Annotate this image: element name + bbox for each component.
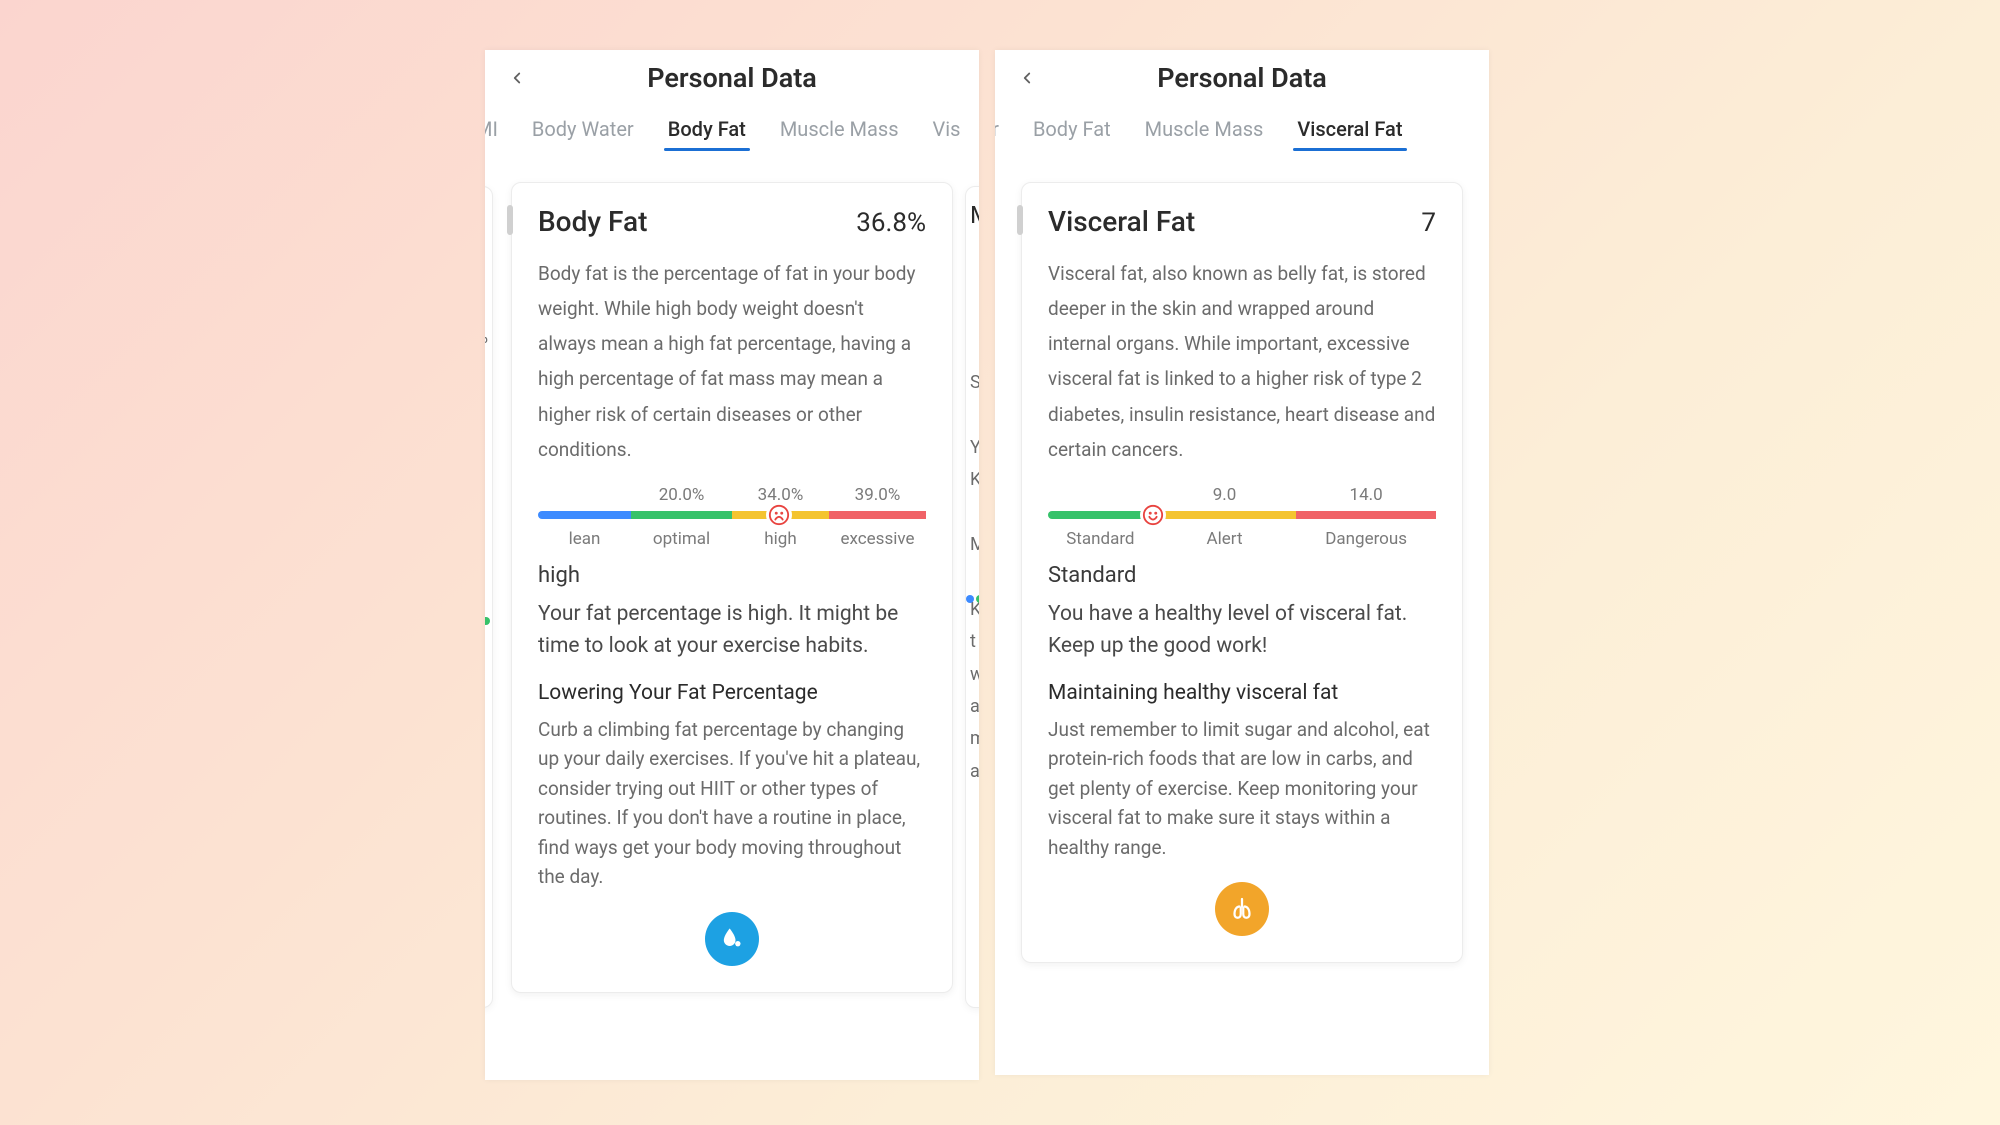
back-button[interactable]	[1015, 66, 1039, 90]
water-drop-icon	[718, 925, 746, 953]
metric-value: 36.8%	[856, 208, 926, 238]
tab-body-fat[interactable]: Body Fat	[1029, 109, 1115, 151]
tab-visceral-fat[interactable]: Vis	[929, 109, 965, 151]
segment-lean	[538, 511, 631, 519]
prev-card-value-fragment: %	[485, 327, 488, 348]
tab-body-water[interactable]: Body Water	[528, 109, 638, 151]
prev-card-peek[interactable]: %	[485, 186, 493, 1008]
scale-labels: lean optimal high excessive	[538, 529, 926, 549]
metric-title: Body Fat	[538, 205, 647, 238]
segment-standard	[1048, 511, 1153, 519]
page-title: Personal Data	[647, 62, 817, 94]
next-card-title-fragment: M	[970, 201, 979, 229]
scale-bar	[1048, 511, 1436, 519]
back-button[interactable]	[505, 66, 529, 90]
status-text: You have a healthy level of visceral fat…	[1048, 598, 1436, 663]
segment-excessive	[829, 511, 926, 519]
label-standard: Standard	[1048, 529, 1153, 549]
next-card-bar-fragment	[966, 595, 974, 603]
metric-value: 7	[1421, 208, 1436, 238]
scale-marker	[1140, 502, 1166, 528]
tab-visceral-fat[interactable]: Visceral Fat	[1293, 109, 1406, 151]
scale-labels: Standard Alert Dangerous	[1048, 529, 1436, 549]
next-card-text-fragment: SYKMKtwama	[970, 367, 979, 788]
range-scale: 9.0 14.0 Standard Alert	[1048, 485, 1436, 549]
card-accent-bar	[507, 205, 513, 235]
tick: 20.0%	[631, 485, 732, 505]
phone-visceral-fat: Personal Data dy Water Body Fat Muscle M…	[995, 50, 1489, 1075]
tab-muscle-mass[interactable]: Muscle Mass	[776, 109, 903, 151]
tab-body-water[interactable]: dy Water	[995, 109, 1003, 151]
lungs-icon	[1215, 882, 1269, 936]
scale-ticks: 20.0% 34.0% 39.0%	[538, 485, 926, 505]
status-title: Standard	[1048, 563, 1436, 588]
status-title: high	[538, 563, 926, 588]
scale-marker	[766, 502, 792, 528]
metric-card: Body Fat 36.8% Body fat is the percentag…	[511, 182, 953, 993]
metric-description: Visceral fat, also known as belly fat, i…	[1048, 256, 1436, 467]
label-optimal: optimal	[631, 529, 732, 549]
prev-card-bar-fragment	[485, 617, 490, 625]
phone-body-fat: Personal Data MI Body Water Body Fat Mus…	[485, 50, 979, 1080]
card-header-row: Visceral Fat 7	[1048, 205, 1436, 238]
header: Personal Data	[995, 50, 1489, 106]
advice-text: Curb a climbing fat percentage by changi…	[538, 715, 926, 892]
range-scale: 20.0% 34.0% 39.0%	[538, 485, 926, 549]
drop-icon	[705, 912, 759, 966]
card-area: % Body Fat 36.8% Body fat is the percent…	[485, 154, 979, 1023]
organ-icon	[1227, 894, 1257, 924]
tab-body-fat[interactable]: Body Fat	[664, 109, 750, 151]
scale-bar	[538, 511, 926, 519]
status-text: Your fat percentage is high. It might be…	[538, 598, 926, 663]
label-excessive: excessive	[829, 529, 926, 549]
card-header-row: Body Fat 36.8%	[538, 205, 926, 238]
label-lean: lean	[538, 529, 631, 549]
advice-title: Lowering Your Fat Percentage	[538, 681, 926, 705]
chevron-left-icon	[1018, 69, 1036, 87]
tick: 9.0	[1153, 485, 1297, 505]
segment-optimal	[631, 511, 732, 519]
next-card-peek[interactable]: M SYKMKtwama	[965, 186, 979, 1008]
metric-title: Visceral Fat	[1048, 205, 1195, 238]
label-high: high	[732, 529, 829, 549]
tabs[interactable]: MI Body Water Body Fat Muscle Mass Vis	[485, 106, 979, 154]
tab-bmi[interactable]: MI	[485, 109, 502, 151]
label-dangerous: Dangerous	[1296, 529, 1436, 549]
label-alert: Alert	[1153, 529, 1297, 549]
tick: 39.0%	[829, 485, 926, 505]
advice-title: Maintaining healthy visceral fat	[1048, 681, 1436, 705]
segment-dangerous	[1296, 511, 1436, 519]
tabs[interactable]: dy Water Body Fat Muscle Mass Visceral F…	[995, 106, 1489, 154]
card-area: Visceral Fat 7 Visceral fat, also known …	[995, 154, 1489, 993]
metric-card: Visceral Fat 7 Visceral fat, also known …	[1021, 182, 1463, 963]
chevron-left-icon	[508, 69, 526, 87]
header: Personal Data	[485, 50, 979, 106]
tick: 14.0	[1296, 485, 1436, 505]
page-title: Personal Data	[1157, 62, 1327, 94]
metric-description: Body fat is the percentage of fat in you…	[538, 256, 926, 467]
scale-ticks: 9.0 14.0	[1048, 485, 1436, 505]
segment-alert	[1153, 511, 1297, 519]
happy-face-icon	[1142, 504, 1164, 526]
tab-muscle-mass[interactable]: Muscle Mass	[1141, 109, 1268, 151]
sad-face-icon	[768, 504, 790, 526]
card-accent-bar	[1017, 205, 1023, 235]
advice-text: Just remember to limit sugar and alcohol…	[1048, 715, 1436, 862]
